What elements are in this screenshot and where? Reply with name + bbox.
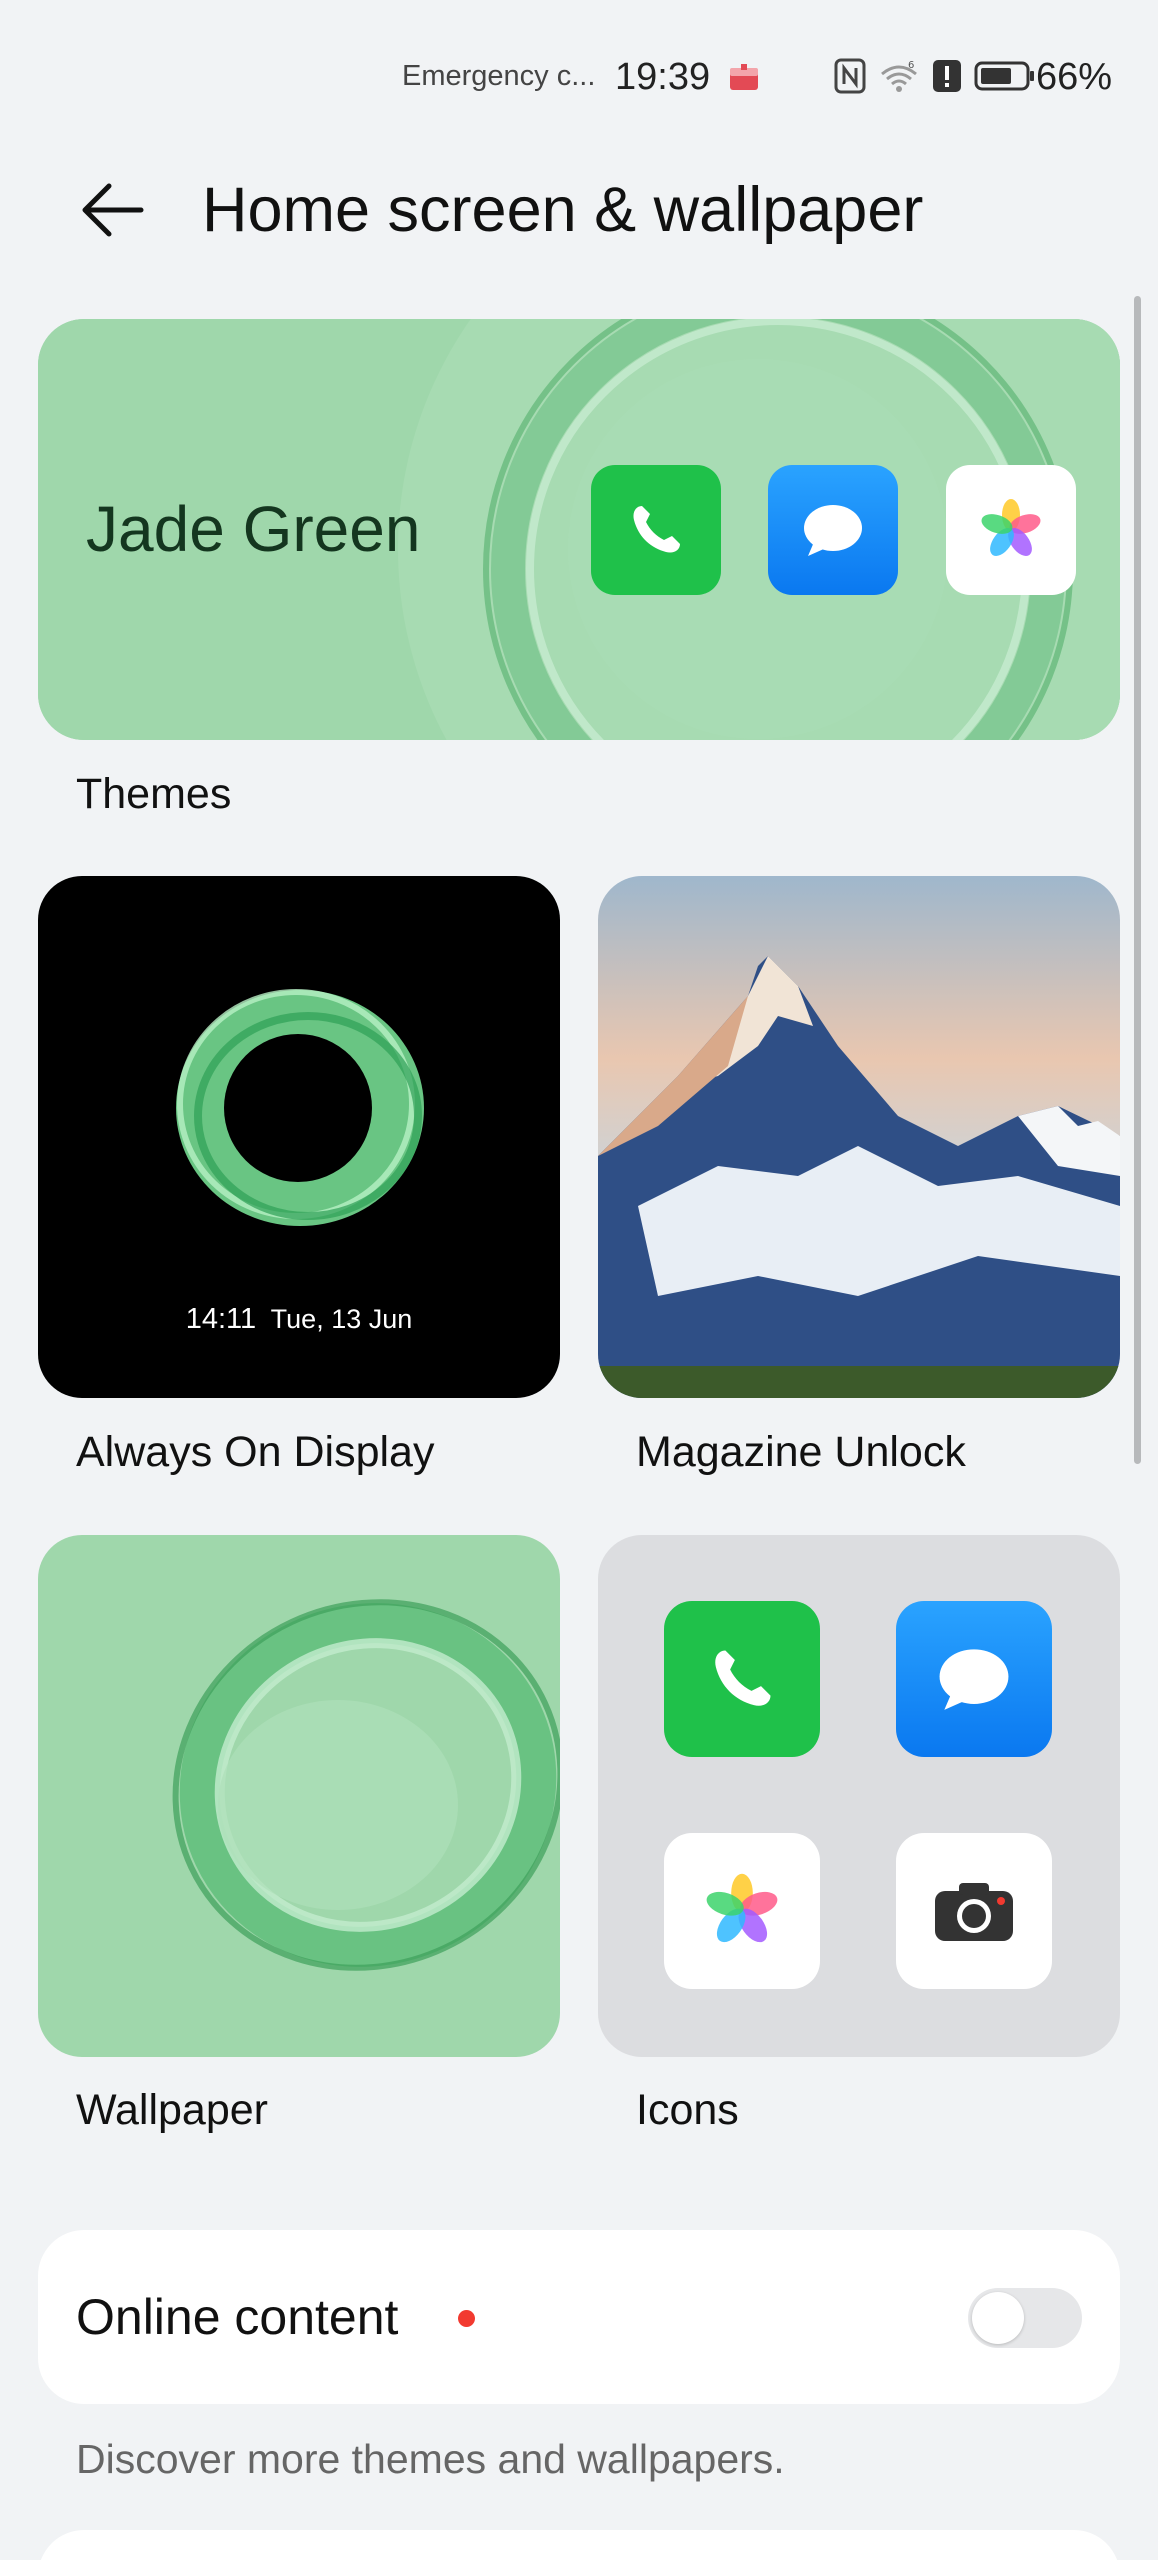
wallpaper-preview-art <box>172 1599 560 1971</box>
alert-icon <box>932 58 962 99</box>
online-content-description: Discover more themes and wallpapers. <box>76 2436 785 2482</box>
mountain-image <box>598 876 1120 1398</box>
themes-label: Themes <box>76 770 232 818</box>
wifi-icon: 6 <box>878 58 920 99</box>
gallery-icon <box>664 1833 820 1989</box>
back-arrow-icon <box>82 183 144 237</box>
nfc-icon <box>834 58 866 99</box>
magazine-unlock-label: Magazine Unlock <box>636 1428 966 1476</box>
messages-icon <box>896 1601 1052 1757</box>
camera-icon <box>896 1833 1052 1989</box>
aod-preview-datetime: 14:11 Tue, 13 Jun <box>185 1303 413 1335</box>
scrollbar[interactable] <box>1134 296 1141 1464</box>
new-indicator-dot <box>458 2310 475 2327</box>
wallpaper-tile[interactable] <box>38 1535 560 2057</box>
always-on-display-tile[interactable]: 14:11 Tue, 13 Jun <box>38 876 560 1398</box>
online-content-toggle[interactable] <box>968 2288 1082 2348</box>
phone-icon <box>664 1601 820 1757</box>
carrier-text: Emergency c... <box>402 60 596 92</box>
toggle-knob <box>972 2292 1024 2344</box>
always-on-display-label: Always On Display <box>76 1428 435 1476</box>
wallpaper-label: Wallpaper <box>76 2086 268 2134</box>
status-bar: Emergency c... 19:39 6 66% <box>0 0 1158 158</box>
magazine-unlock-tile[interactable] <box>598 876 1120 1398</box>
icons-tile[interactable] <box>598 1535 1120 2057</box>
battery-icon <box>974 60 1036 97</box>
back-button[interactable] <box>72 170 152 250</box>
status-time: 19:39 <box>615 56 711 98</box>
online-content-row[interactable]: Online content <box>38 2230 1120 2404</box>
online-content-label: Online content <box>76 2289 399 2345</box>
messages-icon <box>768 465 898 595</box>
icons-label: Icons <box>636 2086 739 2134</box>
phone-icon <box>591 465 721 595</box>
themes-card[interactable]: Jade Green <box>38 319 1120 740</box>
page-title: Home screen & wallpaper <box>202 175 924 245</box>
battery-percent: 66% <box>1036 56 1113 98</box>
theme-name: Jade Green <box>86 493 421 565</box>
next-settings-card[interactable] <box>38 2530 1120 2560</box>
gallery-icon <box>946 465 1076 595</box>
notification-icon <box>728 62 760 92</box>
